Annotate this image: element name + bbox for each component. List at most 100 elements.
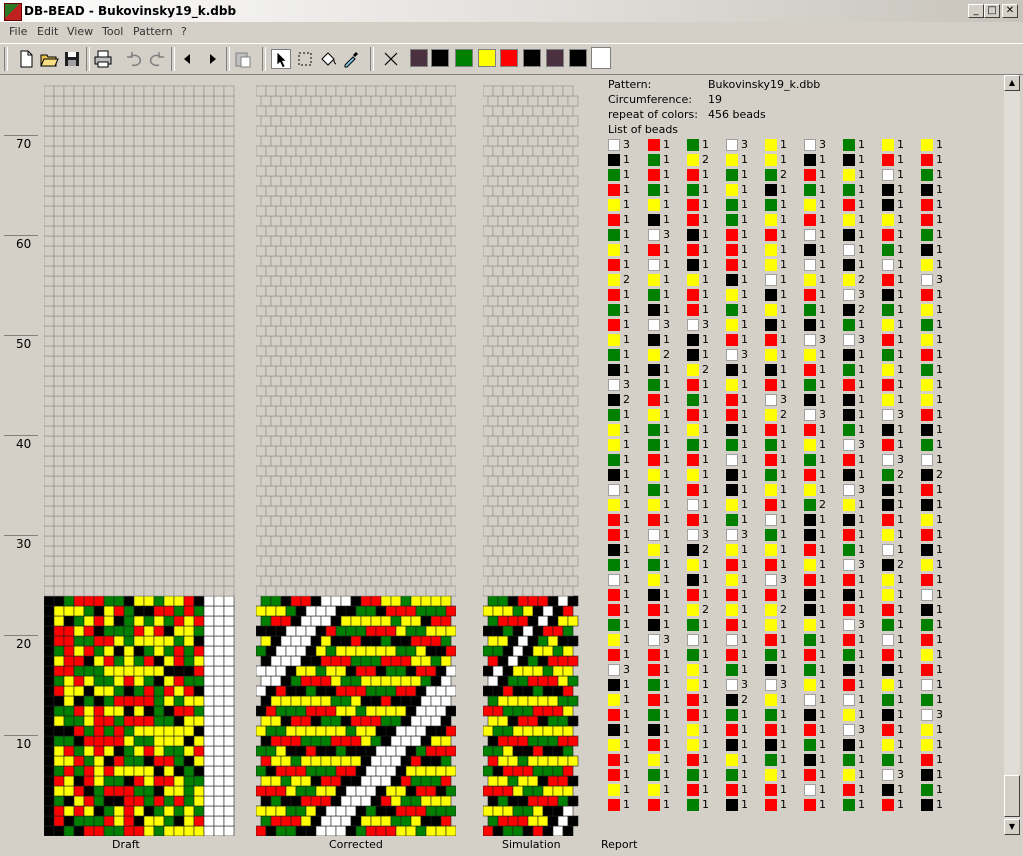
bead-count: 1 (780, 768, 787, 781)
bead-list-entry: 1 (921, 693, 959, 707)
menu-tool[interactable]: Tool (102, 25, 123, 38)
bead-list-entry: 1 (687, 438, 725, 452)
bead-list-entry: 1 (608, 228, 646, 242)
bead-color-square (765, 334, 777, 346)
bead-list-entry: 1 (726, 543, 764, 557)
bead-list-entry: 1 (804, 393, 842, 407)
bead-color-square (921, 514, 933, 526)
bead-list-entry: 1 (882, 693, 920, 707)
bead-count: 1 (623, 348, 630, 361)
scroll-down-button[interactable]: ▼ (1004, 819, 1020, 835)
bead-count: 1 (936, 648, 943, 661)
pointer-icon[interactable] (271, 49, 291, 69)
bead-count: 2 (663, 348, 670, 361)
bead-color-square (726, 514, 738, 526)
scroll-up-button[interactable]: ▲ (1004, 75, 1020, 91)
bead-list-entry: 1 (726, 198, 764, 212)
bead-list-entry: 1 (608, 618, 646, 632)
bead-color-square (843, 289, 855, 301)
vertical-scrollbar[interactable]: ▲ ▼ (1004, 75, 1020, 835)
palette-color-7[interactable] (569, 49, 587, 67)
menu-help[interactable]: ? (181, 25, 187, 38)
bead-count: 1 (858, 573, 865, 586)
delete-color-icon[interactable] (381, 49, 401, 69)
bead-list-entry: 1 (687, 618, 725, 632)
palette-color-2[interactable] (455, 49, 473, 67)
bead-color-square (648, 784, 660, 796)
bead-list-entry: 2 (608, 393, 646, 407)
bead-count: 1 (780, 243, 787, 256)
select-rect-icon[interactable] (295, 49, 315, 69)
bead-color-square (765, 799, 777, 811)
print-icon[interactable] (93, 49, 113, 69)
close-button[interactable]: ✕ (1002, 4, 1018, 18)
draft-grid[interactable] (44, 80, 235, 836)
bead-count: 1 (897, 258, 904, 271)
bead-color-square (726, 334, 738, 346)
bead-color-square (648, 334, 660, 346)
bead-count: 1 (819, 483, 826, 496)
menu-file[interactable]: File (9, 25, 27, 38)
corrected-grid[interactable] (256, 80, 456, 836)
bead-color-square (843, 754, 855, 766)
bead-list-entry: 1 (882, 738, 920, 752)
clipboard-icon[interactable] (233, 49, 253, 69)
maximize-button[interactable]: □ (984, 4, 1000, 18)
bead-color-square (726, 529, 738, 541)
menu-edit[interactable]: Edit (37, 25, 58, 38)
palette-color-8[interactable] (591, 47, 611, 69)
bead-color-square (921, 229, 933, 241)
bead-list-entry: 1 (882, 393, 920, 407)
bead-color-square (921, 484, 933, 496)
bead-count: 1 (858, 738, 865, 751)
new-icon[interactable] (16, 49, 36, 69)
open-icon[interactable] (39, 49, 59, 69)
menu-view[interactable]: View (67, 25, 93, 38)
bead-count: 1 (623, 783, 630, 796)
bead-list-entry: 1 (726, 318, 764, 332)
bead-color-square (726, 379, 738, 391)
bead-color-square (804, 199, 816, 211)
bead-color-square (921, 349, 933, 361)
bead-count: 1 (623, 618, 630, 631)
bead-list-entry: 1 (765, 273, 803, 287)
bead-list-entry: 1 (843, 183, 881, 197)
bead-color-square (687, 544, 699, 556)
palette-color-1[interactable] (431, 49, 449, 67)
arrow-left-icon[interactable] (178, 49, 198, 69)
bead-color-square (726, 799, 738, 811)
arrow-right-icon[interactable] (202, 49, 222, 69)
minimize-button[interactable]: _ (968, 4, 984, 18)
fill-icon[interactable] (318, 49, 338, 69)
bead-count: 1 (780, 753, 787, 766)
bead-count: 1 (780, 318, 787, 331)
bead-color-square (882, 289, 894, 301)
bead-color-square (687, 304, 699, 316)
ruler-tick (4, 535, 38, 536)
bead-list-entry: 1 (882, 483, 920, 497)
bead-color-square (804, 469, 816, 481)
palette-color-0[interactable] (410, 49, 428, 67)
bead-color-square (726, 139, 738, 151)
palette-color-3[interactable] (478, 49, 496, 67)
bead-color-square (726, 199, 738, 211)
palette-color-4[interactable] (500, 49, 518, 67)
bead-list-entry: 1 (921, 783, 959, 797)
undo-icon[interactable] (124, 49, 144, 69)
palette-color-5[interactable] (523, 49, 541, 67)
bead-count: 1 (819, 588, 826, 601)
bead-count: 1 (663, 198, 670, 211)
bead-list-entry: 1 (765, 513, 803, 527)
eyedropper-icon[interactable] (341, 49, 361, 69)
palette-color-6[interactable] (546, 49, 564, 67)
bead-color-square (882, 499, 894, 511)
bead-count: 1 (623, 723, 630, 736)
redo-icon[interactable] (147, 49, 167, 69)
bead-list-entry: 1 (608, 468, 646, 482)
bead-color-square (765, 154, 777, 166)
bead-color-square (843, 409, 855, 421)
scroll-thumb[interactable] (1004, 775, 1020, 817)
save-icon[interactable] (62, 49, 82, 69)
menu-pattern[interactable]: Pattern (133, 25, 173, 38)
bead-count: 1 (623, 438, 630, 451)
